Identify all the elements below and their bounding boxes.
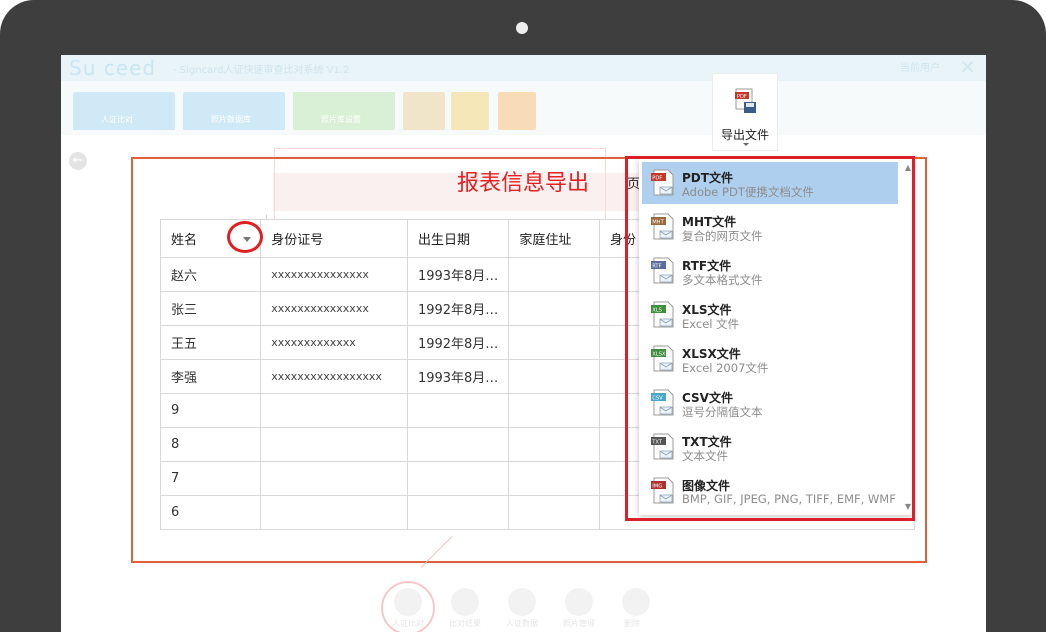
chevron-down-icon bbox=[743, 143, 749, 146]
app-screen: Su ceed - Signcard人证快速审查比对系统 V1.2 当前用户 ✕… bbox=[61, 55, 986, 632]
trash-icon[interactable] bbox=[622, 588, 650, 616]
document-icon[interactable] bbox=[508, 588, 536, 616]
ribbon-button-device[interactable] bbox=[403, 92, 445, 130]
bottom-label: 比对结果 bbox=[449, 619, 481, 628]
pdf-save-icon: PDF bbox=[735, 88, 756, 113]
ribbon-button-about[interactable] bbox=[498, 92, 536, 130]
close-icon[interactable]: ✕ bbox=[959, 55, 976, 79]
bottom-label: 删除 bbox=[624, 619, 640, 628]
eye-icon[interactable] bbox=[451, 588, 479, 616]
export-file-label: 导出文件 bbox=[720, 128, 769, 142]
title-bar: Su ceed - Signcard人证快速审查比对系统 V1.2 当前用户 ✕ bbox=[61, 55, 986, 81]
menu-highlight-frame bbox=[625, 156, 915, 521]
export-file-button[interactable]: PDF 导出文件 bbox=[712, 73, 778, 151]
bottom-label: 人证数据 bbox=[506, 619, 538, 628]
ribbon-button-settings[interactable]: 照片库设置 bbox=[293, 92, 395, 130]
app-logo: Su ceed bbox=[69, 56, 157, 80]
ribbon-button-print[interactable] bbox=[451, 92, 489, 130]
compare-icon[interactable] bbox=[394, 588, 422, 616]
ribbon-toolbar: 人证比对 照片数据库 照片库设置 bbox=[61, 81, 986, 135]
camera-dot bbox=[516, 22, 528, 34]
bottom-label: 照片管理 bbox=[563, 619, 595, 628]
ribbon-button-compare[interactable]: 人证比对 bbox=[73, 92, 175, 130]
app-subtitle: - Signcard人证快速审查比对系统 V1.2 bbox=[173, 65, 350, 76]
ribbon-button-photo-db[interactable]: 照片数据库 bbox=[183, 92, 285, 130]
current-user[interactable]: 当前用户 bbox=[900, 59, 940, 74]
save-icon[interactable] bbox=[565, 588, 593, 616]
bottom-label: 人证比对 bbox=[392, 619, 424, 628]
back-arrow-icon[interactable]: ← bbox=[69, 152, 87, 170]
svg-text:PDF: PDF bbox=[737, 94, 747, 100]
